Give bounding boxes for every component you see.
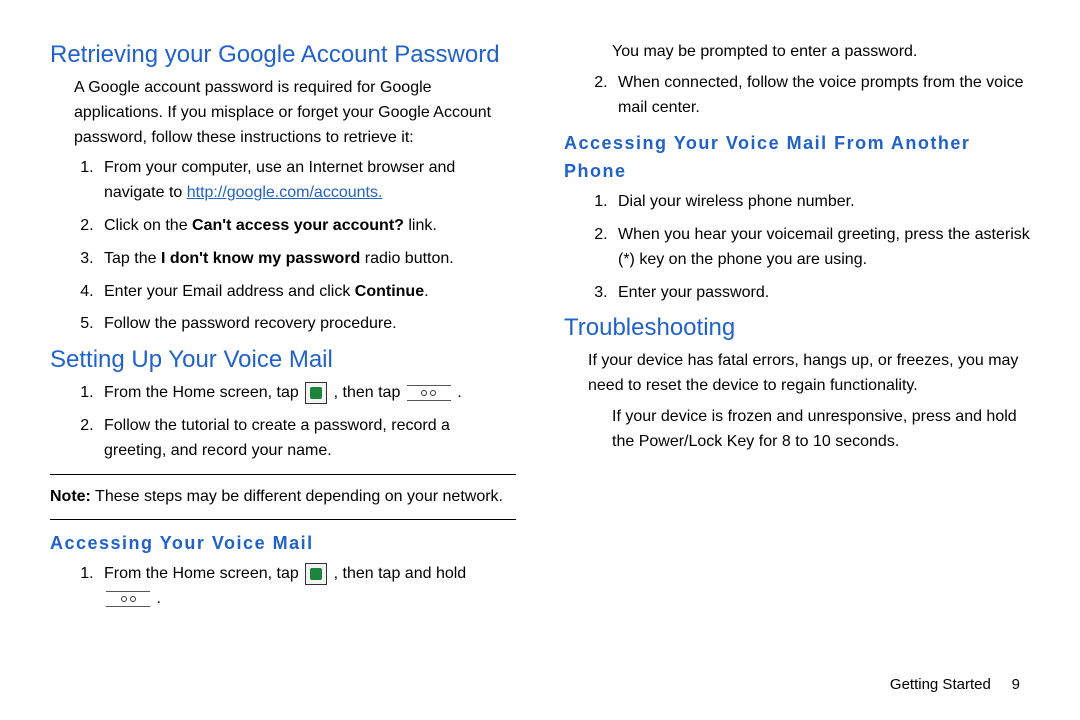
text: From the Home screen, tap — [104, 565, 303, 582]
text-bold: Continue — [355, 283, 424, 300]
troubleshooting-p2: If your device is frozen and unresponsiv… — [564, 405, 1030, 455]
note-line: Note: These steps may be different depen… — [50, 485, 516, 510]
note-text: These steps may be different depending o… — [91, 488, 503, 505]
google-accounts-link[interactable]: http://google.com/accounts. — [187, 184, 383, 201]
heading-setting-up-voicemail: Setting Up Your Voice Mail — [50, 345, 516, 375]
text-bold: Can't access your account? — [192, 217, 404, 234]
password-recovery-steps: From your computer, use an Internet brow… — [50, 156, 516, 337]
text-bold: I don't know my password — [161, 250, 360, 267]
list-item: Enter your password. — [612, 281, 1030, 306]
note-label: Note: — [50, 488, 91, 505]
heading-voicemail-another-phone: Accessing Your Voice Mail From Another P… — [564, 130, 1030, 186]
list-item: Dial your wireless phone number. — [612, 190, 1030, 215]
list-item: Follow the password recovery procedure. — [98, 312, 516, 337]
continuation-text: You may be prompted to enter a password. — [564, 40, 1030, 65]
intro-paragraph: A Google account password is required fo… — [50, 76, 516, 150]
phone-icon — [305, 563, 327, 585]
heading-retrieving-password: Retrieving your Google Account Password — [50, 40, 516, 70]
right-column: You may be prompted to enter a password.… — [564, 40, 1030, 620]
continuation-list: When connected, follow the voice prompts… — [564, 71, 1030, 121]
list-item: From the Home screen, tap , then tap . — [98, 381, 516, 406]
divider — [50, 474, 516, 475]
list-item: From the Home screen, tap , then tap and… — [98, 562, 516, 612]
footer-section: Getting Started — [890, 676, 991, 693]
text: From the Home screen, tap — [104, 384, 303, 401]
text: radio button. — [360, 250, 453, 267]
left-column: Retrieving your Google Account Password … — [50, 40, 516, 620]
list-item: When you hear your voicemail greeting, p… — [612, 223, 1030, 273]
phone-icon — [305, 382, 327, 404]
list-item: Tap the I don't know my password radio b… — [98, 247, 516, 272]
text: link. — [404, 217, 437, 234]
list-item: Enter your Email address and click Conti… — [98, 280, 516, 305]
list-item: From your computer, use an Internet brow… — [98, 156, 516, 206]
heading-accessing-voicemail: Accessing Your Voice Mail — [50, 530, 516, 558]
text: . — [453, 384, 462, 401]
text: . — [152, 590, 161, 607]
voicemail-icon — [407, 385, 451, 401]
another-phone-steps: Dial your wireless phone number. When yo… — [564, 190, 1030, 305]
divider — [50, 519, 516, 520]
text: . — [424, 283, 428, 300]
voicemail-icon — [106, 591, 150, 607]
list-item: Follow the tutorial to create a password… — [98, 414, 516, 464]
footer-page-number: 9 — [1012, 676, 1020, 693]
page-footer: Getting Started 9 — [890, 673, 1020, 696]
list-item: Click on the Can't access your account? … — [98, 214, 516, 239]
text: , then tap — [329, 384, 405, 401]
text: Tap the — [104, 250, 161, 267]
heading-troubleshooting: Troubleshooting — [564, 313, 1030, 343]
text: , then tap and hold — [329, 565, 466, 582]
troubleshooting-p1: If your device has fatal errors, hangs u… — [564, 349, 1030, 399]
list-item: When connected, follow the voice prompts… — [612, 71, 1030, 121]
text: Click on the — [104, 217, 192, 234]
text: Enter your Email address and click — [104, 283, 355, 300]
access-voicemail-steps: From the Home screen, tap , then tap and… — [50, 562, 516, 612]
voicemail-setup-steps: From the Home screen, tap , then tap . F… — [50, 381, 516, 463]
